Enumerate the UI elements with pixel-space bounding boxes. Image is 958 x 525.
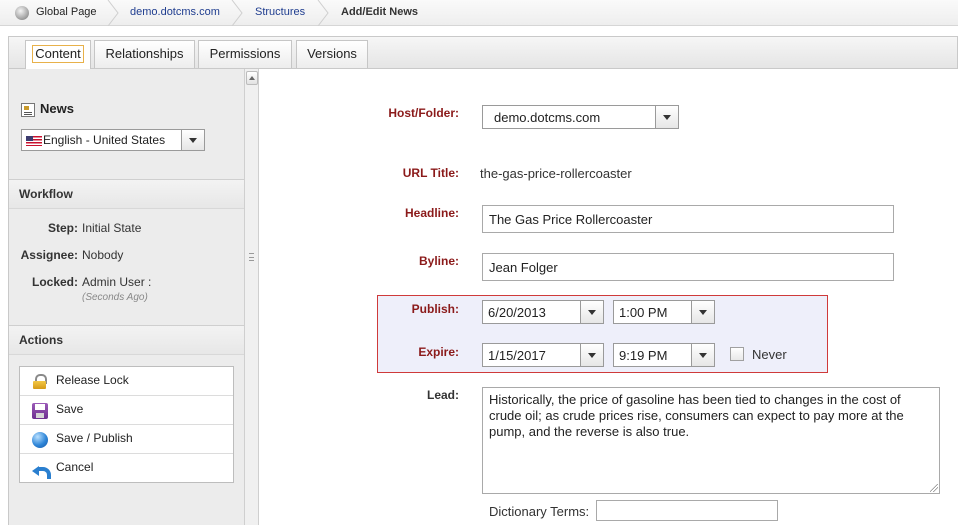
breadcrumb-global-page[interactable]: Global Page [36, 0, 97, 26]
breadcrumb-separator-icon [107, 0, 119, 26]
tab-content[interactable]: Content [25, 40, 91, 69]
actions-title: Actions [19, 333, 64, 347]
us-flag-icon [26, 136, 42, 146]
step-value: Initial State [82, 221, 142, 235]
lead-textarea[interactable]: Historically, the price of gasoline has … [482, 387, 940, 494]
expire-date-picker[interactable]: 1/15/2017 [482, 343, 604, 367]
url-title-label: URL Title: [402, 166, 459, 180]
release-lock-button[interactable]: Release Lock [20, 367, 233, 396]
publish-label: Publish: [411, 302, 459, 316]
never-label: Never [752, 347, 787, 362]
dictionary-terms-label: Dictionary Terms: [489, 504, 590, 519]
locked-value: Admin User : [82, 275, 152, 289]
breadcrumb-host[interactable]: demo.dotcms.com [130, 0, 220, 26]
expire-date-value: 1/15/2017 [488, 348, 546, 363]
release-lock-label: Release Lock [56, 373, 129, 387]
structure-name: News [40, 101, 74, 116]
unlock-icon [32, 374, 48, 390]
tab-content-label: Content [32, 45, 84, 63]
expire-time-picker[interactable]: 9:19 PM [613, 343, 715, 367]
save-label: Save [56, 402, 84, 416]
chevron-down-icon[interactable] [691, 301, 714, 323]
workflow-title: Workflow [19, 187, 73, 201]
lead-label: Lead: [426, 388, 459, 402]
actions-list: Release Lock Save Save / Publish Cancel [19, 366, 234, 483]
headline-input[interactable]: The Gas Price Rollercoaster [482, 205, 894, 233]
scroll-up-icon[interactable] [246, 71, 258, 85]
lead-text: Historically, the price of gasoline has … [489, 392, 904, 439]
chevron-down-icon[interactable] [580, 301, 603, 323]
headline-label: Headline: [404, 206, 459, 220]
expire-time-value: 9:19 PM [619, 348, 668, 363]
breadcrumb-structures[interactable]: Structures [255, 0, 305, 26]
save-button[interactable]: Save [20, 396, 233, 425]
chevron-down-icon[interactable] [655, 106, 678, 128]
save-disk-icon [32, 403, 48, 419]
chevron-down-icon[interactable] [181, 130, 204, 150]
chevron-down-icon[interactable] [580, 344, 603, 366]
save-publish-label: Save / Publish [56, 431, 133, 445]
host-folder-label: Host/Folder: [388, 106, 459, 120]
publish-time-value: 1:00 PM [619, 305, 668, 320]
locked-time: (Seconds Ago) [82, 292, 148, 303]
publish-globe-icon [32, 432, 48, 448]
breadcrumb-separator-icon [231, 0, 243, 26]
publish-date-value: 6/20/2013 [488, 305, 546, 320]
workflow-header: Workflow [9, 179, 244, 209]
byline-label: Byline: [418, 254, 459, 268]
news-structure-icon [21, 103, 35, 117]
tab-permissions[interactable]: Permissions [198, 40, 292, 68]
never-checkbox[interactable] [730, 347, 744, 361]
host-folder-value: demo.dotcms.com [494, 110, 601, 125]
tab-relationships[interactable]: Relationships [94, 40, 195, 68]
breadcrumb-separator-icon [317, 0, 329, 26]
byline-input[interactable]: Jean Folger [482, 253, 894, 281]
publish-date-picker[interactable]: 6/20/2013 [482, 300, 604, 324]
assignee-label: Assignee: [20, 248, 78, 262]
cancel-label: Cancel [56, 460, 94, 474]
language-value: English - United States [43, 133, 166, 147]
cancel-button[interactable]: Cancel [20, 454, 233, 483]
dictionary-terms-input[interactable] [596, 500, 778, 521]
sidebar-splitter[interactable] [244, 69, 259, 525]
url-title-value: the-gas-price-rollercoaster [480, 166, 632, 181]
language-select[interactable]: English - United States [21, 129, 205, 151]
globe-icon [15, 6, 29, 20]
publish-time-picker[interactable]: 1:00 PM [613, 300, 715, 324]
locked-label: Locked: [31, 275, 78, 289]
step-label: Step: [48, 221, 78, 235]
host-folder-select[interactable]: demo.dotcms.com [482, 105, 679, 129]
tab-versions[interactable]: Versions [296, 40, 368, 68]
actions-header: Actions [9, 325, 244, 355]
splitter-grip-icon[interactable] [249, 253, 254, 261]
breadcrumb-current: Add/Edit News [341, 6, 419, 18]
back-arrow-icon [32, 461, 51, 479]
assignee-value: Nobody [82, 248, 124, 262]
chevron-down-icon[interactable] [691, 344, 714, 366]
resize-grip-icon[interactable] [930, 484, 938, 492]
expire-label: Expire: [418, 345, 459, 359]
breadcrumb: Global Page demo.dotcms.com Structures A… [0, 0, 958, 26]
save-publish-button[interactable]: Save / Publish [20, 425, 233, 454]
